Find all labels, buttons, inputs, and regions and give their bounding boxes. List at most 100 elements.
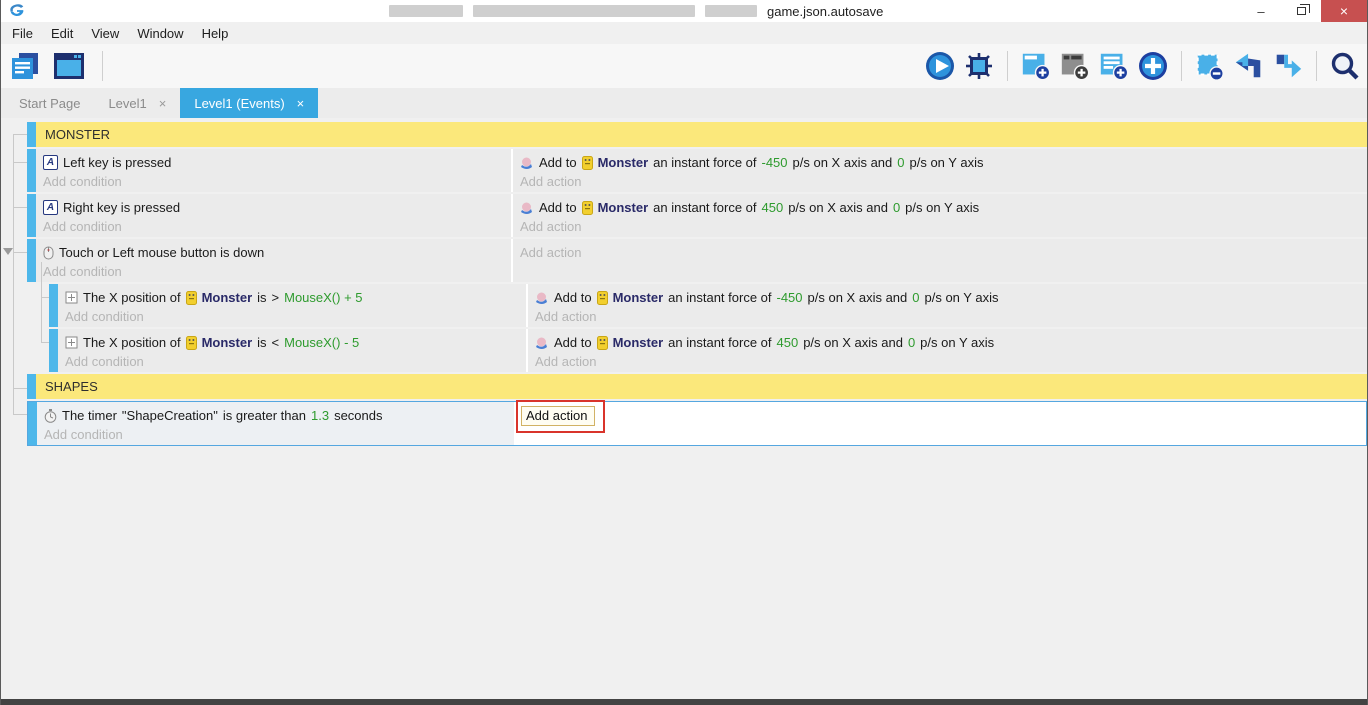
comment-row-monster[interactable]: MONSTER (27, 122, 1367, 147)
menu-help[interactable]: Help (193, 22, 238, 44)
sub-event-row[interactable]: The X position of Monster is < MouseX() … (49, 329, 1367, 372)
play-preview-icon[interactable] (924, 50, 956, 82)
actions-column: Add to Monster an instant force of -450 … (528, 284, 1367, 327)
toolbar-separator (1316, 51, 1317, 81)
conditions-column: The X position of Monster is > MouseX() … (58, 284, 528, 327)
keyboard-icon: A (43, 155, 58, 170)
tab-label: Level1 (Events) (194, 95, 285, 111)
app-logo-icon (10, 4, 24, 16)
event-strip (27, 122, 36, 147)
window-title: game.json.autosave (389, 0, 883, 22)
minimize-button[interactable]: – (1241, 0, 1281, 22)
conditions-column: The X position of Monster is < MouseX() … (58, 329, 528, 372)
comment-row-shapes[interactable]: SHAPES (27, 374, 1367, 399)
search-icon[interactable] (1329, 50, 1361, 82)
force-hand-icon (520, 201, 534, 215)
mouse-icon (43, 246, 54, 260)
window-controls: – × (1241, 0, 1367, 22)
toolbar-right-group (924, 50, 1361, 82)
actions-column: Add to Monster an instant force of 450 p… (513, 194, 1367, 237)
toolbar-left-group (9, 50, 108, 82)
add-action-link[interactable]: Add action (535, 354, 1367, 369)
keyboard-icon: A (43, 200, 58, 215)
action[interactable]: Add to Monster an instant force of 450 p… (535, 332, 1367, 353)
conditions-column: A Left key is pressed Add condition (36, 149, 513, 192)
tab-close-icon[interactable]: × (159, 96, 167, 111)
menu-edit[interactable]: Edit (42, 22, 82, 44)
toolbar-separator (1181, 51, 1182, 81)
gdevelop-window: game.json.autosave – × File Edit View Wi… (0, 0, 1368, 705)
comment-label: MONSTER (36, 122, 1367, 147)
add-action-link[interactable]: Add action (535, 309, 1367, 324)
tab-level1-events[interactable]: Level1 (Events) × (180, 88, 319, 118)
close-button[interactable]: × (1321, 0, 1367, 22)
force-hand-icon (535, 291, 549, 305)
undo-icon[interactable] (1233, 50, 1265, 82)
restore-icon (1296, 4, 1310, 15)
event-row-selected[interactable]: The timer "ShapeCreation" is greater tha… (27, 399, 1367, 446)
conditions-column: Touch or Left mouse button is down Add c… (36, 239, 513, 282)
event-row[interactable]: A Right key is pressed Add condition Add… (27, 194, 1367, 237)
add-condition-link[interactable]: Add condition (65, 309, 526, 324)
event-strip (28, 402, 37, 445)
collapse-arrow-icon[interactable] (3, 248, 13, 255)
add-new-icon[interactable] (1137, 50, 1169, 82)
event-row[interactable]: Touch or Left mouse button is down Add c… (27, 239, 1367, 282)
event-strip (49, 329, 58, 372)
action[interactable]: Add to Monster an instant force of -450 … (520, 152, 1367, 173)
tab-bar: Start Page Level1 × Level1 (Events) × (1, 88, 1367, 118)
actions-column: Add action (514, 399, 1366, 445)
condition[interactable]: The X position of Monster is > MouseX() … (65, 287, 526, 308)
add-action-button[interactable]: Add action (516, 399, 605, 433)
delete-selection-icon[interactable] (1194, 50, 1226, 82)
actions-column: Add action (513, 239, 1367, 282)
conditions-column: A Right key is pressed Add condition (36, 194, 513, 237)
menu-file[interactable]: File (3, 22, 42, 44)
restore-button[interactable] (1281, 0, 1321, 22)
redacted-title-segment (473, 5, 695, 17)
redo-icon[interactable] (1272, 50, 1304, 82)
add-event-icon[interactable] (1020, 50, 1052, 82)
conditions-column: The timer "ShapeCreation" is greater tha… (37, 402, 514, 445)
scene-editor-icon[interactable] (53, 50, 85, 82)
project-manager-icon[interactable] (9, 50, 41, 82)
tab-level1[interactable]: Level1 × (94, 88, 180, 118)
event-row[interactable]: A Left key is pressed Add condition Add … (27, 149, 1367, 192)
tab-start-page[interactable]: Start Page (5, 88, 94, 118)
add-condition-link[interactable]: Add condition (43, 264, 511, 279)
actions-column: Add to Monster an instant force of -450 … (513, 149, 1367, 192)
condition[interactable]: A Left key is pressed (43, 152, 511, 173)
condition[interactable]: Touch or Left mouse button is down (43, 242, 511, 263)
condition[interactable]: A Right key is pressed (43, 197, 511, 218)
add-condition-link[interactable]: Add condition (65, 354, 526, 369)
tab-close-icon[interactable]: × (297, 96, 305, 111)
action[interactable]: Add to Monster an instant force of 450 p… (520, 197, 1367, 218)
menu-view[interactable]: View (82, 22, 128, 44)
action-slot: Add action (516, 399, 1366, 433)
title-bar: game.json.autosave – × (1, 0, 1367, 22)
action[interactable]: Add to Monster an instant force of -450 … (535, 287, 1367, 308)
monster-object-icon (581, 200, 593, 215)
add-condition-link[interactable]: Add condition (44, 427, 514, 442)
add-condition-link[interactable]: Add condition (43, 174, 511, 189)
add-condition-link[interactable]: Add condition (43, 219, 511, 234)
condition[interactable]: The X position of Monster is < MouseX() … (65, 332, 526, 353)
toolbar (1, 44, 1367, 88)
add-action-link[interactable]: Add action (520, 219, 1367, 234)
force-hand-icon (520, 156, 534, 170)
add-action-link[interactable]: Add action (520, 245, 1367, 260)
add-subevent-icon[interactable] (1098, 50, 1130, 82)
events-sheet: MONSTER A Left key is pressed Add condit… (1, 118, 1367, 699)
add-comment-icon[interactable] (1059, 50, 1091, 82)
event-strip (27, 149, 36, 192)
event-strip (27, 194, 36, 237)
sub-event-row[interactable]: The X position of Monster is > MouseX() … (49, 284, 1367, 327)
menu-window[interactable]: Window (128, 22, 192, 44)
debug-icon[interactable] (963, 50, 995, 82)
add-action-link[interactable]: Add action (520, 174, 1367, 189)
tab-label: Start Page (19, 95, 81, 111)
condition[interactable]: The timer "ShapeCreation" is greater tha… (44, 405, 514, 426)
window-bottom-edge (1, 699, 1367, 705)
monster-object-icon (596, 290, 608, 305)
event-strip (49, 284, 58, 327)
